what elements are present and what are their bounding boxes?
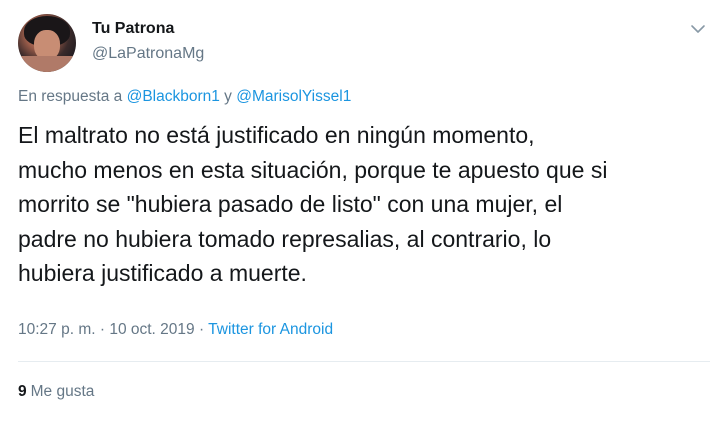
tweet-text-line: El maltrato no está justificado en ningú… [18, 122, 535, 148]
reply-prefix: En respuesta a [18, 88, 127, 105]
tweet-metadata: 10:27 p. m. · 10 oct. 2019 · Twitter for… [18, 321, 333, 339]
author-display-name[interactable]: Tu Patrona [92, 20, 174, 38]
avatar-shirt [18, 56, 76, 72]
tweet-text: El maltrato no está justificado en ningú… [18, 118, 718, 291]
mention-link[interactable]: @Blackborn1 [127, 88, 220, 105]
chevron-down-icon[interactable] [690, 22, 706, 36]
likes-label: Me gusta [30, 383, 95, 400]
tweet-card: Tu Patrona @LaPatronaMg En respuesta a @… [0, 0, 728, 425]
divider [18, 361, 710, 362]
tweet-date[interactable]: 10 oct. 2019 [109, 321, 194, 338]
tweet-text-line: hubiera justificado a muerte. [18, 260, 307, 286]
tweet-text-line: mucho menos en esta situación, porque te… [18, 156, 608, 183]
author-handle[interactable]: @LaPatronaMg [92, 45, 204, 63]
meta-separator: · [194, 321, 209, 338]
tweet-source-link[interactable]: Twitter for Android [208, 321, 333, 338]
mention-link[interactable]: @MarisolYissel1 [236, 88, 351, 105]
reply-joiner: y [219, 88, 237, 105]
meta-separator: · [95, 321, 110, 338]
likes-count: 9 [18, 383, 27, 400]
tweet-text-line: padre no hubiera tomado represalias, al … [18, 225, 552, 252]
tweet-time[interactable]: 10:27 p. m. [18, 321, 96, 338]
reply-context: En respuesta a @Blackborn1 y @MarisolYis… [18, 88, 351, 106]
likes-stat[interactable]: 9 Me gusta [18, 383, 94, 401]
author-avatar[interactable] [18, 14, 76, 72]
tweet-text-line: morrito se "hubiera pasado de listo" con… [18, 191, 563, 217]
